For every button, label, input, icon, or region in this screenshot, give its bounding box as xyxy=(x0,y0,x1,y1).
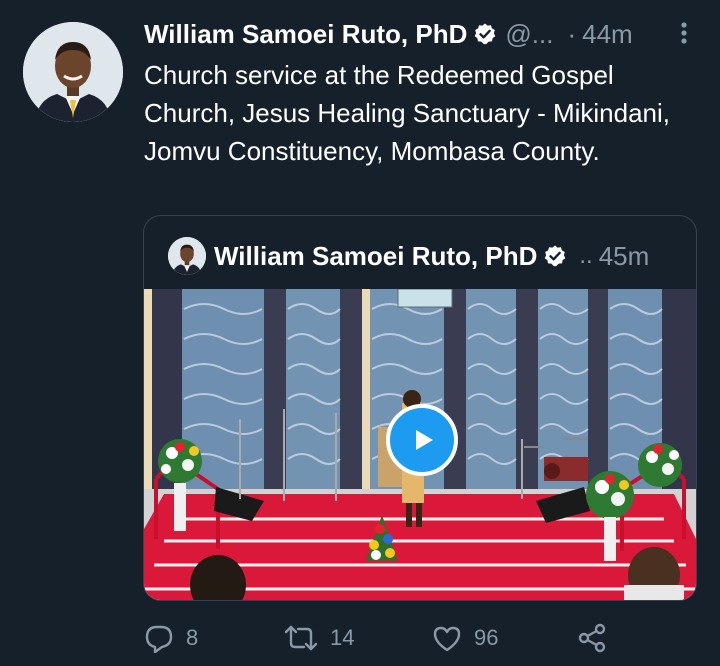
author-name[interactable]: William Samoei Ruto, PhD xyxy=(144,19,467,50)
avatar-image xyxy=(23,22,123,122)
heart-icon xyxy=(433,626,461,652)
retweet-icon xyxy=(284,625,318,651)
retweet-count: 14 xyxy=(330,625,355,650)
reply-button[interactable]: 8 xyxy=(144,618,198,658)
tweet-timestamp[interactable]: 44m xyxy=(582,19,633,50)
quoted-avatar xyxy=(168,237,206,275)
quoted-tweet[interactable]: William Samoei Ruto, PhD .. 45m xyxy=(143,215,697,601)
quoted-timestamp: 45m xyxy=(598,240,650,271)
like-button[interactable]: 96 xyxy=(432,618,498,658)
share-icon xyxy=(578,623,606,653)
share-button[interactable] xyxy=(576,618,608,658)
separator-dot: · xyxy=(567,18,577,49)
verified-badge-icon xyxy=(473,22,497,46)
quoted-tweet-header: William Samoei Ruto, PhD .. 45m xyxy=(168,236,682,276)
tweet[interactable]: William Samoei Ruto, PhD @... · 44m Chur… xyxy=(0,0,720,666)
reply-count: 8 xyxy=(186,625,199,650)
action-bar: 8 14 96 xyxy=(144,618,624,658)
play-icon[interactable] xyxy=(386,404,458,476)
quoted-ellipsis: .. xyxy=(579,242,593,269)
quoted-verified-badge-icon xyxy=(543,244,567,268)
author-handle[interactable]: @... xyxy=(505,19,553,50)
like-count: 96 xyxy=(474,625,499,650)
avatar[interactable] xyxy=(23,22,123,122)
more-vertical-icon[interactable] xyxy=(674,20,694,48)
video-thumbnail[interactable] xyxy=(144,289,696,600)
quoted-author-name: William Samoei Ruto, PhD xyxy=(214,240,538,271)
comment-icon xyxy=(145,625,173,653)
retweet-button[interactable]: 14 xyxy=(284,618,354,658)
tweet-text: Church service at the Redeemed Gospel Ch… xyxy=(144,60,671,166)
tweet-header: William Samoei Ruto, PhD @... · 44m xyxy=(144,16,700,52)
